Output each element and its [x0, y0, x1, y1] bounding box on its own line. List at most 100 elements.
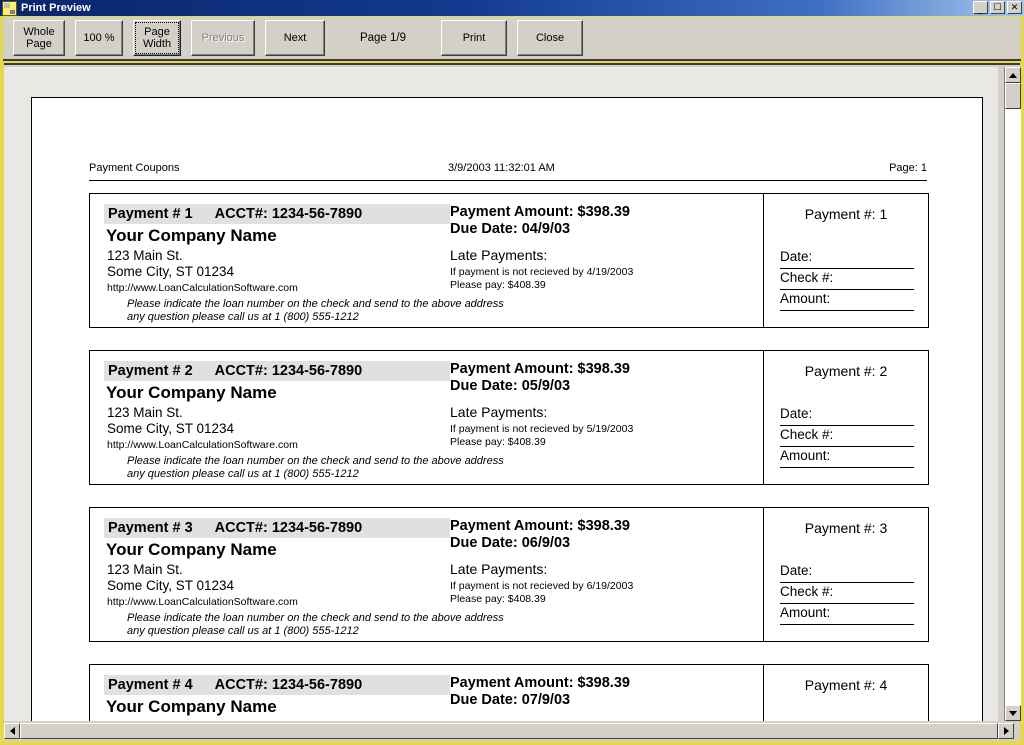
preview-area: Payment Coupons 3/9/2003 11:32:01 AM Pag… [4, 63, 1021, 741]
minimize-icon: _ [977, 4, 983, 14]
coupon-stub: Payment #: 2 Date: Check #: Amount: [764, 351, 928, 484]
company-name: Your Company Name [106, 540, 277, 559]
print-button[interactable]: Print [441, 20, 507, 56]
company-name: Your Company Name [106, 226, 277, 245]
stub-date-line[interactable] [780, 425, 914, 426]
late-payment-notice: If payment is not recieved by 5/19/2003 [450, 423, 634, 435]
address-line-1: 123 Main St. [107, 405, 183, 420]
previous-page-button[interactable]: Previous [191, 20, 255, 56]
horizontal-scroll-thumb[interactable] [20, 723, 998, 739]
stub-payment-number: Payment #: 4 [804, 677, 888, 693]
report-title: Payment Coupons [89, 162, 180, 174]
scroll-down-button[interactable] [1005, 705, 1021, 721]
coupon-header-bar: Payment # 1 ACCT#: 1234-56-7890 [104, 204, 450, 224]
whole-page-label-line1: Whole [23, 26, 55, 38]
restore-icon: ☐ [993, 2, 1002, 12]
coupon-header-bar: Payment # 2 ACCT#: 1234-56-7890 [104, 361, 450, 381]
coupon-account-label: ACCT#: 1234-56-7890 [214, 206, 363, 222]
close-button[interactable]: ✕ [1007, 1, 1022, 14]
payment-coupon: Payment # 4 ACCT#: 1234-56-7890 Your Compa… [89, 664, 929, 721]
page-content: Payment Coupons 3/9/2003 11:32:01 AM Pag… [32, 98, 982, 721]
next-page-button[interactable]: Next [265, 20, 325, 56]
zoom-100-button[interactable]: 100 % [75, 20, 123, 56]
print-label: Print [462, 32, 486, 44]
stub-date-line[interactable] [780, 582, 914, 583]
close-icon: ✕ [1010, 2, 1019, 12]
coupon-account-label: ACCT#: 1234-56-7890 [214, 363, 363, 379]
address-line-1: 123 Main St. [107, 719, 183, 721]
company-name: Your Company Name [106, 697, 277, 716]
coupon-payment-label: Payment # 1 [108, 206, 193, 222]
due-date: Due Date: 06/9/03 [450, 535, 571, 551]
address-line-2: Some City, ST 01234 [107, 578, 235, 593]
coupon-stub: Payment #: 3 Date: Check #: Amount: [764, 508, 928, 641]
company-url: http://www.LoanCalculationSoftware.com [107, 282, 298, 294]
stub-amount-label: Amount: [780, 291, 831, 306]
stub-amount-line[interactable] [780, 467, 914, 468]
window-controls: _ ☐ ✕ [973, 1, 1022, 14]
stub-amount-line[interactable] [780, 310, 914, 311]
coupon-account-label: ACCT#: 1234-56-7890 [214, 677, 363, 693]
stub-check-line[interactable] [780, 289, 914, 290]
coupon-stub: Payment #: 4Date:Check #:Amount: [764, 665, 928, 721]
document-page: Payment Coupons 3/9/2003 11:32:01 AM Pag… [31, 97, 983, 721]
vertical-scroll-track[interactable] [1005, 83, 1021, 705]
title-bar: Print Preview _ ☐ ✕ [0, 0, 1024, 16]
preview-canvas[interactable]: Payment Coupons 3/9/2003 11:32:01 AM Pag… [4, 67, 998, 721]
stub-payment-number: Payment #: 3 [804, 520, 888, 536]
payment-coupon: Payment # 1 ACCT#: 1234-56-7890 Your Compa… [89, 193, 929, 328]
minimize-button[interactable]: _ [973, 1, 988, 14]
payment-amount: Payment Amount: $398.39 [450, 518, 630, 534]
coupon-middle-column: Payment Amount: $398.39 Due Date: 05/9/03… [450, 351, 763, 484]
late-payment-amount: Please pay: $408.39 [450, 436, 546, 448]
coupon-note-line-2: any question please call us at 1 (800) 5… [127, 311, 359, 323]
restore-button[interactable]: ☐ [990, 1, 1005, 14]
address-line-1: 123 Main St. [107, 562, 183, 577]
due-date: Due Date: 04/9/03 [450, 221, 571, 237]
payment-amount: Payment Amount: $398.39 [450, 361, 630, 377]
due-date: Due Date: 05/9/03 [450, 378, 571, 394]
arrow-down-icon [1009, 710, 1017, 716]
coupon-account-label: ACCT#: 1234-56-7890 [214, 520, 363, 536]
late-payment-notice: If payment is not recieved by 6/19/2003 [450, 580, 634, 592]
horizontal-scroll-track[interactable] [20, 723, 998, 739]
stub-date-label: Date: [780, 249, 813, 264]
stub-amount-line[interactable] [780, 624, 914, 625]
page-width-button[interactable]: Page Width [133, 20, 181, 56]
address-line-2: Some City, ST 01234 [107, 421, 235, 436]
scroll-right-button[interactable] [998, 723, 1014, 739]
stub-date-line[interactable] [780, 268, 914, 269]
close-preview-button[interactable]: Close [517, 20, 583, 56]
late-payment-amount: Please pay: $408.39 [450, 593, 546, 605]
payment-amount: Payment Amount: $398.39 [450, 204, 630, 220]
stub-check-line[interactable] [780, 446, 914, 447]
payment-amount: Payment Amount: $398.39 [450, 675, 630, 691]
report-page-number: Page: 1 [889, 162, 927, 174]
vertical-scroll-thumb[interactable] [1005, 83, 1021, 109]
next-label: Next [283, 32, 307, 44]
address-line-2: Some City, ST 01234 [107, 264, 235, 279]
whole-page-button[interactable]: Whole Page [13, 20, 65, 56]
coupon-payment-label: Payment # 2 [108, 363, 193, 379]
stub-check-label: Check #: [780, 584, 834, 599]
company-name: Your Company Name [106, 383, 277, 402]
close-label: Close [535, 32, 565, 44]
horizontal-scrollbar[interactable] [4, 723, 1014, 739]
stub-amount-label: Amount: [780, 448, 831, 463]
coupon-payment-label: Payment # 3 [108, 520, 193, 536]
stub-amount-label: Amount: [780, 605, 831, 620]
report-timestamp: 3/9/2003 11:32:01 AM [448, 162, 555, 174]
stub-date-label: Date: [780, 406, 813, 421]
stub-payment-number: Payment #: 2 [804, 363, 888, 379]
vertical-scrollbar[interactable] [1004, 67, 1021, 721]
coupon-payment-label: Payment # 4 [108, 677, 193, 693]
late-payments-heading: Late Payments: [450, 247, 548, 263]
address-line-1: 123 Main St. [107, 248, 183, 263]
zoom-100-label: 100 % [83, 32, 115, 44]
stub-check-line[interactable] [780, 603, 914, 604]
scroll-left-button[interactable] [4, 723, 20, 739]
coupon-stub: Payment #: 1 Date: Check #: Amount: [764, 194, 928, 327]
coupon-note-line-1: Please indicate the loan number on the c… [127, 455, 504, 467]
scroll-up-button[interactable] [1005, 67, 1021, 83]
print-preview-window: Print Preview _ ☐ ✕ Whole Page 100 % Pag… [0, 0, 1024, 745]
